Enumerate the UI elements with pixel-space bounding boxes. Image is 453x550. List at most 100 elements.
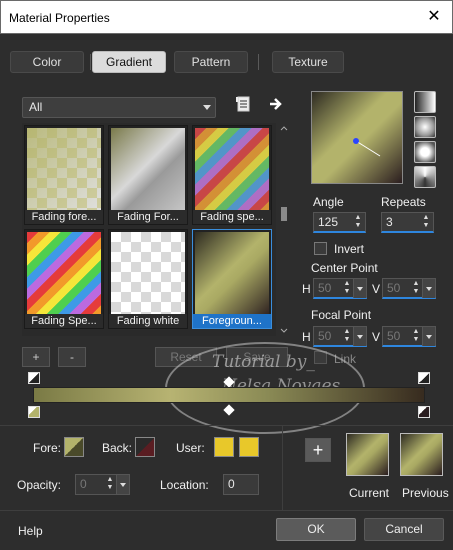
color-stop-right[interactable] (418, 406, 430, 418)
add-stop-button[interactable]: + (22, 347, 50, 367)
previous-swatch[interactable] (400, 433, 443, 476)
spinner-arrows-icon[interactable]: ▲ ▼ (352, 214, 364, 231)
spinner-arrows-icon[interactable]: ▲ ▼ (342, 280, 352, 297)
fore-color-chip[interactable] (64, 437, 84, 457)
focal-v-input[interactable]: 50 ▲ ▼ (382, 326, 436, 347)
focal-h-input[interactable]: 50 ▲ ▼ (313, 326, 367, 347)
user-color-chip[interactable] (214, 437, 234, 457)
focal-h-label: H (302, 330, 311, 344)
gallery-item-selected[interactable]: Foregroun... (192, 229, 272, 329)
spinner-arrows-icon[interactable]: ▲ ▼ (342, 328, 352, 345)
angle-input[interactable]: 125 ▲ ▼ (313, 212, 366, 233)
opacity-stop-left[interactable] (28, 372, 40, 384)
footer-divider (0, 510, 453, 511)
linear-gradient-icon[interactable] (414, 91, 436, 113)
center-v-label: V (372, 282, 381, 296)
gallery-item-label: Fading Spe... (25, 314, 103, 328)
spinner-arrows-icon[interactable]: ▲ ▼ (411, 328, 421, 345)
center-h-label: H (302, 282, 311, 296)
gradient-preview[interactable] (311, 91, 403, 184)
close-icon[interactable]: ✕ (424, 7, 444, 27)
gallery-item-label: Fading white (109, 314, 187, 328)
opacity-stop-right[interactable] (418, 372, 430, 384)
arrow-right-icon[interactable] (267, 95, 285, 113)
scrollbar-thumb[interactable] (281, 207, 287, 221)
remove-stop-button[interactable]: - (58, 347, 86, 367)
invert-label: Invert (334, 242, 365, 256)
help-link[interactable]: Help (18, 524, 43, 538)
chevron-down-icon (203, 105, 211, 110)
cancel-button[interactable]: Cancel (364, 518, 444, 541)
center-h-value: 50 (318, 281, 332, 295)
category-dropdown[interactable]: All (22, 97, 216, 118)
gradient-swatch (27, 128, 101, 214)
invert-checkbox[interactable] (314, 242, 327, 255)
gradient-swatch (195, 232, 269, 318)
gradient-swatch (195, 128, 269, 214)
chevron-down-icon[interactable] (422, 279, 435, 298)
gallery-item[interactable]: Fading spe... (192, 125, 272, 225)
chevron-down-icon[interactable] (353, 279, 366, 298)
tab-separator (258, 54, 259, 70)
opacity-value: 0 (80, 477, 87, 491)
location-value: 0 (228, 477, 235, 491)
tab-texture[interactable]: Texture (272, 51, 344, 73)
gallery-item[interactable]: Fading fore... (24, 125, 104, 225)
category-dropdown-value: All (29, 100, 43, 114)
opacity-input[interactable]: 0 ▲ ▼ (75, 474, 130, 495)
chevron-down-icon[interactable] (278, 326, 290, 336)
user-color-swatch[interactable] (239, 437, 259, 457)
gradient-gallery: Fading fore... Fading For... Fading spe.… (22, 123, 276, 336)
ok-button[interactable]: OK (276, 518, 356, 541)
window-title: Material Properties (9, 11, 110, 25)
user-label: User: (176, 441, 205, 455)
repeats-input[interactable]: 3 ▲ ▼ (381, 212, 434, 233)
location-input[interactable]: 0 (223, 474, 259, 495)
tab-pattern[interactable]: Pattern (174, 51, 248, 73)
spinner-arrows-icon[interactable]: ▲ ▼ (411, 280, 421, 297)
title-bar: Material Properties ✕ (0, 0, 453, 34)
repeats-label: Repeats (381, 195, 426, 209)
angle-handle[interactable] (312, 92, 402, 183)
rectangular-gradient-icon[interactable] (414, 116, 436, 138)
location-label: Location: (160, 478, 209, 492)
tab-separator (90, 54, 91, 70)
gallery-item-label: Fading For... (109, 210, 187, 224)
gradient-bar[interactable] (33, 387, 425, 403)
radial-gradient-icon[interactable] (414, 141, 436, 163)
center-v-value: 50 (387, 281, 401, 295)
gallery-item-label: Fading fore... (25, 210, 103, 224)
angle-value: 125 (318, 215, 339, 229)
add-swatch-button[interactable]: + (305, 438, 331, 462)
focal-h-value: 50 (318, 329, 332, 343)
gradient-swatch (111, 232, 185, 318)
chevron-down-icon[interactable] (116, 475, 129, 494)
back-color-chip[interactable] (135, 437, 155, 457)
sunburst-gradient-icon[interactable] (414, 166, 436, 188)
previous-label: Previous (402, 486, 449, 500)
spinner-arrows-icon[interactable]: ▲ ▼ (420, 214, 432, 231)
center-h-input[interactable]: 50 ▲ ▼ (313, 278, 367, 299)
tab-color[interactable]: Color (10, 51, 84, 73)
watermark-line1: Tutorial by_ (212, 352, 315, 372)
spinner-arrows-icon[interactable]: ▲ ▼ (105, 476, 115, 493)
gallery-item[interactable]: Fading For... (108, 125, 188, 225)
focal-point-label: Focal Point (311, 308, 372, 322)
gallery-item[interactable]: Fading Spe... (24, 229, 104, 329)
section-divider (0, 425, 453, 426)
gradient-swatch (111, 128, 185, 214)
gallery-scrollbar[interactable] (278, 123, 290, 336)
current-label: Current (349, 486, 390, 500)
gallery-item-label: Foregroun... (193, 314, 271, 328)
gallery-item[interactable]: Fading white (108, 229, 188, 329)
chevron-up-icon[interactable] (278, 123, 290, 133)
document-icon[interactable] (235, 95, 253, 113)
current-swatch[interactable] (346, 433, 389, 476)
tab-gradient[interactable]: Gradient (92, 51, 166, 73)
chevron-down-icon[interactable] (353, 327, 366, 346)
chevron-down-icon[interactable] (422, 327, 435, 346)
color-stop-left[interactable] (28, 406, 40, 418)
back-label: Back: (102, 441, 133, 455)
fore-label: Fore: (33, 441, 62, 455)
center-v-input[interactable]: 50 ▲ ▼ (382, 278, 436, 299)
